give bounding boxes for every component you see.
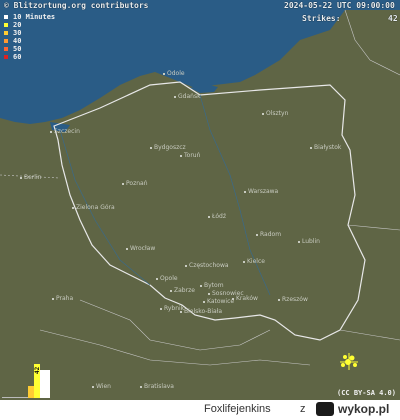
map-canvas: [0, 0, 400, 370]
strikes-label: Strikes:: [302, 14, 341, 23]
city-label: Opole: [156, 275, 178, 282]
city-label: Olsztyn: [262, 110, 288, 117]
legend-swatch: [4, 15, 8, 19]
legend-item: 40: [4, 37, 55, 45]
legend-item: 30: [4, 29, 55, 37]
legend-item: 50: [4, 45, 55, 53]
legend-swatch: [4, 23, 8, 27]
city-label: Warszawa: [244, 188, 278, 195]
city-label: Kraków: [232, 295, 258, 302]
city-label: Kielce: [243, 258, 265, 265]
legend-swatch: [4, 39, 8, 43]
site-link[interactable]: wykop.pl: [338, 402, 389, 416]
legend-swatch: [4, 47, 8, 51]
city-label: Poznań: [122, 180, 148, 187]
city-label: Łódź: [208, 213, 226, 220]
license-text: (CC BY-SA 4.0): [336, 389, 396, 397]
city-label: Zabrze: [170, 287, 195, 294]
city-label: Gdańsk: [174, 93, 201, 100]
lightning-strikes: [340, 353, 358, 370]
city-label: Wien: [92, 383, 111, 390]
footer-z: z: [300, 403, 306, 415]
legend-swatch: [4, 31, 8, 35]
histogram-count: 42: [34, 366, 41, 374]
legend-swatch: [4, 55, 8, 59]
city-label: Praha: [52, 295, 73, 302]
city-label: Częstochowa: [185, 262, 229, 269]
histogram-axis: [2, 397, 28, 398]
city-label: Bydgoszcz: [150, 144, 186, 151]
city-label: Lublin: [298, 238, 320, 245]
strike-histogram: 42: [0, 358, 52, 398]
city-label: Zielona Góra: [72, 204, 115, 211]
city-label: Bratislava: [140, 383, 174, 390]
city-label: Toruń: [180, 152, 200, 159]
city-label: Berlin: [20, 174, 41, 181]
footer-bar: Foxlifejenkins z wykop.pl: [0, 400, 400, 420]
legend-item: 10 Minutes: [4, 13, 55, 21]
city-label: Katowice: [203, 298, 234, 305]
timestamp: 2024-05-22 UTC 09:00:00: [284, 1, 395, 10]
age-legend: 10 Minutes 20 30 40 50 60: [4, 13, 55, 61]
strikes-value: 42: [388, 14, 398, 23]
city-label: Rzeszów: [278, 296, 308, 303]
city-label: Białystok: [310, 144, 341, 151]
username-link[interactable]: Foxlifejenkins: [204, 403, 271, 415]
legend-item: 20: [4, 21, 55, 29]
city-label: Szczecin: [50, 128, 80, 135]
histogram-bar: [40, 370, 50, 398]
lightning-map: © Blitzortung.org contributors 2024-05-2…: [0, 0, 400, 400]
city-label: Radom: [256, 231, 281, 238]
legend-item: 60: [4, 53, 55, 61]
city-label: Odole: [163, 70, 185, 77]
wykop-logo-icon: [316, 402, 334, 416]
source-credit: © Blitzortung.org contributors: [4, 1, 149, 10]
city-label: Wrocław: [126, 245, 155, 252]
city-label: Bytom: [200, 282, 224, 289]
city-label: Bielsko-Biała: [180, 308, 222, 315]
